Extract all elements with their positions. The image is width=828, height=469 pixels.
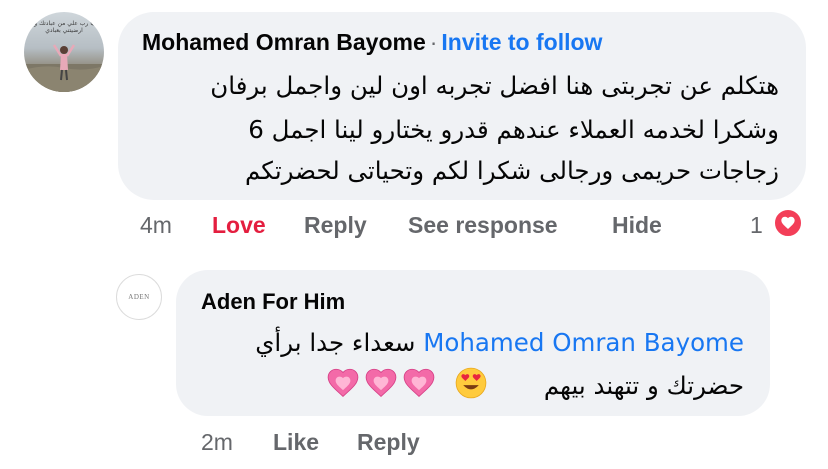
avatar-caption: يا رب علي من عبادتك و ارضيتني بعبادي [34, 20, 94, 34]
reply-reply-button[interactable]: Reply [357, 429, 420, 456]
pink-heart-emoji [326, 366, 360, 400]
comment-author[interactable]: Mohamed Omran Bayome [142, 29, 426, 55]
heart-glyph-icon [781, 216, 795, 229]
heart-eyes-emoji [454, 366, 488, 400]
comment-text-line: زجاجات حريمى ورجالى شكرا لكم وتحياتى لحض… [244, 156, 779, 185]
separator-dot: · [429, 29, 438, 55]
comment-text-line: وشكرا لخدمه العملاء عندهم قدرو يختارو لي… [248, 115, 779, 144]
comment-text-line: هتكلم عن تجربتى هنا افضل تجربه اون لين و… [210, 71, 779, 100]
comment-header: Mohamed Omran Bayome · Invite to follow [142, 29, 602, 56]
like-button[interactable]: Like [273, 429, 319, 456]
hide-button[interactable]: Hide [612, 212, 662, 239]
comment-timestamp[interactable]: 4m [140, 212, 172, 239]
reply-author[interactable]: Aden For Him [201, 289, 345, 315]
reply-author-avatar[interactable]: ADEN [116, 274, 162, 320]
love-button[interactable]: Love [212, 212, 266, 239]
see-response-button[interactable]: See response [408, 212, 558, 239]
invite-to-follow-link[interactable]: Invite to follow [441, 29, 602, 55]
aden-logo: ADEN [128, 293, 150, 301]
reply-text-after-mention: سعداء جدا برأي [255, 328, 424, 357]
pink-heart-emoji [402, 366, 436, 400]
heart-icon[interactable] [773, 208, 803, 238]
reply-emojis [326, 366, 436, 400]
reply-text-line-2: حضرتك و تتهند بيهم [543, 371, 744, 400]
reply-text-line: Mohamed Omran Bayome سعداء جدا برأي [255, 328, 744, 357]
pink-heart-emoji [364, 366, 398, 400]
mention-link[interactable]: Mohamed Omran Bayome [423, 328, 744, 357]
reaction-count[interactable]: 1 [750, 212, 763, 239]
reply-timestamp[interactable]: 2m [201, 429, 233, 456]
commenter-avatar[interactable]: يا رب علي من عبادتك و ارضيتني بعبادي [24, 12, 104, 92]
reply-button[interactable]: Reply [304, 212, 367, 239]
